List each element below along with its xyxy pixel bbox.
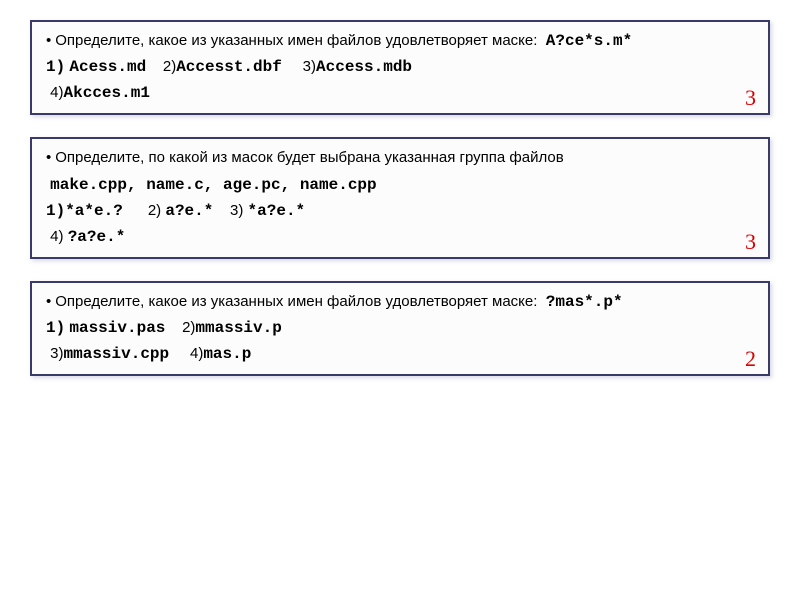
- opt-1-label: 1): [46, 58, 65, 76]
- mask-value: ?mas*.p*: [546, 293, 623, 311]
- prompt: Определите, какое из указанных имен файл…: [55, 32, 537, 49]
- opt-1-value: *a*e.?: [65, 202, 123, 220]
- question-card-1: •Определите, какое из указанных имен фай…: [30, 20, 770, 115]
- opt-2-value: a?e.*: [165, 202, 213, 220]
- opt-3-label: 3): [50, 345, 63, 362]
- options-row-2: 4) ?a?e.*: [46, 225, 754, 249]
- question-text: •Определите, какое из указанных имен фай…: [46, 30, 754, 53]
- prompt: Определите, по какой из масок будет выбр…: [55, 149, 563, 166]
- opt-2-label: 2): [182, 319, 195, 336]
- answer-value: 3: [745, 229, 756, 255]
- opt-1-label: 1): [46, 202, 65, 220]
- bullet-icon: •: [46, 30, 51, 52]
- files-value: make.cpp, name.c, age.pc, name.cpp: [50, 176, 376, 194]
- opt-2-label: 2): [148, 202, 161, 219]
- opt-2-value: Accesst.dbf: [176, 58, 282, 76]
- options-row-2: 4)Akcces.m1: [46, 81, 754, 105]
- files-row: make.cpp, name.c, age.pc, name.cpp: [46, 173, 754, 197]
- opt-4-label: 4): [190, 345, 203, 362]
- opt-1-value: massiv.pas: [69, 319, 165, 337]
- answer-value: 2: [745, 346, 756, 372]
- prompt: Определите, какое из указанных имен файл…: [55, 293, 537, 310]
- opt-3-value: Access.mdb: [316, 58, 412, 76]
- opt-4-value: mas.p: [203, 345, 251, 363]
- bullet-icon: •: [46, 147, 51, 169]
- opt-3-label: 3): [303, 58, 316, 75]
- opt-3-label: 3): [230, 202, 243, 219]
- mask-value: A?ce*s.m*: [546, 32, 632, 50]
- opt-2-label: 2): [163, 58, 176, 75]
- answer-value: 3: [745, 85, 756, 111]
- question-text: •Определите, по какой из масок будет выб…: [46, 147, 754, 169]
- opt-4-label: 4): [50, 84, 63, 101]
- bullet-icon: •: [46, 291, 51, 313]
- question-card-2: •Определите, по какой из масок будет выб…: [30, 137, 770, 259]
- opt-3-value: mmassiv.cpp: [64, 345, 170, 363]
- opt-3-value: *a?e.*: [248, 202, 306, 220]
- opt-4-value: Akcces.m1: [64, 84, 150, 102]
- opt-2-value: mmassiv.p: [195, 319, 281, 337]
- opt-1-value: Acess.md: [69, 58, 146, 76]
- options-row-2: 3)mmassiv.cpp 4)mas.p: [46, 342, 754, 366]
- opt-4-value: ?a?e.*: [68, 228, 126, 246]
- question-text: •Определите, какое из указанных имен фай…: [46, 291, 754, 314]
- options-row: 1)*a*e.? 2) a?e.* 3) *a?e.*: [46, 199, 754, 223]
- question-card-3: •Определите, какое из указанных имен фай…: [30, 281, 770, 376]
- opt-1-label: 1): [46, 319, 65, 337]
- options-row: 1) Acess.md 2)Accesst.dbf 3)Access.mdb: [46, 55, 754, 79]
- options-row: 1) massiv.pas 2)mmassiv.p: [46, 316, 754, 340]
- opt-4-label: 4): [50, 228, 63, 245]
